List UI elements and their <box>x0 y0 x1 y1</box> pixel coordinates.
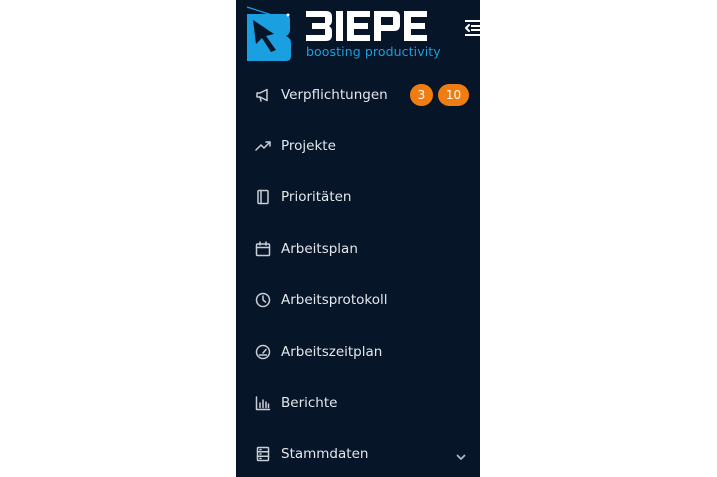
notification-badge: 10 <box>438 83 469 106</box>
trending-up-icon <box>255 138 271 154</box>
calendar-icon <box>255 241 271 257</box>
logo-wordmark-icon <box>306 11 427 41</box>
page: boosting productivity Verpflichtungen 3 … <box>0 0 717 477</box>
sidebar-item-stammdaten[interactable]: Stammdaten <box>236 429 480 477</box>
bar-chart-icon <box>255 395 271 411</box>
clock-icon <box>255 292 271 308</box>
sidebar-item-label: Stammdaten <box>281 446 369 463</box>
sidebar-item-label: Projekte <box>281 138 336 155</box>
megaphone-icon <box>255 87 271 103</box>
sidebar-menu: Verpflichtungen 3 10 Projekte Prioritäte… <box>236 69 480 477</box>
sidebar-item-projekte[interactable]: Projekte <box>236 120 480 171</box>
database-icon <box>255 446 271 462</box>
sidebar-item-arbeitsplan[interactable]: Arbeitsplan <box>236 223 480 274</box>
sidebar-item-arbeitszeitplan[interactable]: Arbeitszeitplan <box>236 326 480 377</box>
dashboard-icon <box>255 344 271 360</box>
sidebar-item-prioritaeten[interactable]: Prioritäten <box>236 172 480 223</box>
sidebar-item-label: Arbeitszeitplan <box>281 343 383 360</box>
sidebar-item-verpflichtungen[interactable]: Verpflichtungen 3 10 <box>236 69 480 120</box>
sidebar-item-label: Arbeitsprotokoll <box>281 292 388 309</box>
book-icon <box>255 189 271 205</box>
sidebar-item-label: Berichte <box>281 395 338 412</box>
sidebar-item-label: Arbeitsplan <box>281 240 358 257</box>
sidebar-item-berichte[interactable]: Berichte <box>236 377 480 428</box>
chevron-down-icon[interactable] <box>455 448 467 461</box>
menu-collapse-icon[interactable] <box>465 19 480 37</box>
brand-logo[interactable]: boosting productivity <box>236 0 480 66</box>
sidebar: boosting productivity Verpflichtungen 3 … <box>236 0 480 477</box>
logo-mark-icon <box>246 6 291 61</box>
sidebar-item-arbeitsprotokoll[interactable]: Arbeitsprotokoll <box>236 275 480 326</box>
sidebar-item-label: Prioritäten <box>281 189 352 206</box>
logo-tagline: boosting productivity <box>306 44 441 59</box>
sidebar-item-label: Verpflichtungen <box>281 86 388 103</box>
notification-badge: 3 <box>410 83 433 106</box>
